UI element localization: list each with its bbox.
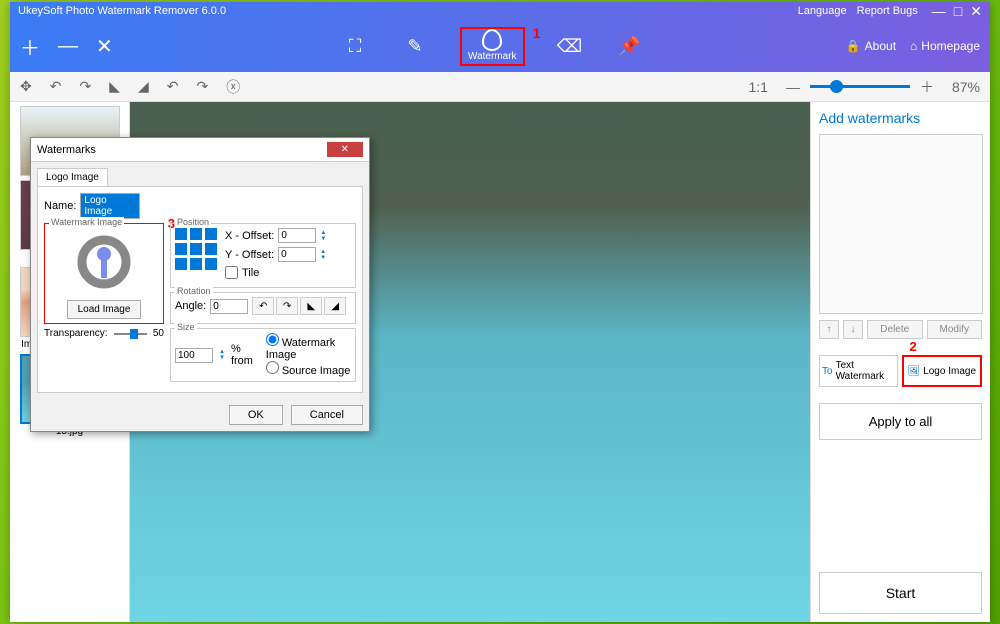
name-field[interactable]: Logo Image xyxy=(80,193,140,219)
transparency-value: 50 xyxy=(153,328,164,339)
spinner-icon[interactable]: ▲▼ xyxy=(320,230,326,242)
app-title: UkeySoft Photo Watermark Remover 6.0.0 xyxy=(18,5,798,17)
move-up-icon[interactable]: ↑ xyxy=(819,320,839,339)
size-wm-radio[interactable] xyxy=(266,333,279,346)
size-group: Size ▲▼ % from Watermark Image Source Im… xyxy=(170,328,356,382)
cancel-button[interactable]: Cancel xyxy=(291,405,363,425)
flip-v-icon[interactable]: ◢ xyxy=(324,297,346,315)
text-watermark-button[interactable]: ToText Watermark xyxy=(819,355,898,387)
clear-button[interactable]: ✕ xyxy=(96,34,113,59)
flip-h-icon[interactable]: ◣ xyxy=(300,297,322,315)
ok-button[interactable]: OK xyxy=(229,405,283,425)
size-field[interactable] xyxy=(175,348,213,363)
flip-h-icon[interactable]: ◣ xyxy=(109,78,120,95)
undo-icon[interactable]: ↶ xyxy=(167,78,179,95)
language-link[interactable]: Language xyxy=(798,5,847,17)
watermark-preview-icon xyxy=(49,228,159,296)
position-grid[interactable] xyxy=(175,228,217,270)
image-icon: 🖼 xyxy=(907,366,920,377)
brush-tool-icon[interactable]: ✎ xyxy=(400,31,430,61)
watermark-tool-button[interactable]: Watermark 1 xyxy=(460,27,525,66)
spinner-icon[interactable]: ▲▼ xyxy=(219,349,225,361)
zoom-ratio[interactable]: 1:1 xyxy=(749,79,768,95)
dialog-close-button[interactable]: ✕ xyxy=(327,142,363,157)
rotate-cw-icon[interactable]: ↷ xyxy=(79,78,91,95)
remove-button[interactable]: — xyxy=(58,35,78,58)
logo-image-tab[interactable]: Logo Image xyxy=(37,168,108,186)
annotation-2: 2 xyxy=(910,339,917,354)
watermark-icon xyxy=(482,29,502,51)
rotation-group: Rotation Angle: ↶ ↷ ◣ ◢ xyxy=(170,292,356,324)
angle-field[interactable] xyxy=(210,299,248,314)
annotation-1: 1 xyxy=(533,25,541,41)
name-label: Name: xyxy=(44,200,76,212)
eraser-tool-icon[interactable]: ⌫ xyxy=(555,31,585,61)
about-link[interactable]: 🔒About xyxy=(846,39,896,53)
zoom-slider[interactable] xyxy=(810,85,910,88)
homepage-link[interactable]: ⌂Homepage xyxy=(910,39,980,53)
dialog-title: Watermarks xyxy=(37,144,327,156)
report-bugs-link[interactable]: Report Bugs xyxy=(857,5,918,17)
redo-icon[interactable]: ↷ xyxy=(197,78,209,95)
spinner-icon[interactable]: ▲▼ xyxy=(320,249,326,261)
edit-toolbar: ✥ ↶ ↷ ◣ ◢ ↶ ↷ ⓧ 1:1 — ＋ 87% xyxy=(10,72,990,102)
watermark-preview xyxy=(819,134,983,314)
watermarks-dialog: Watermarks ✕ Logo Image Name: Logo Image… xyxy=(30,137,370,432)
text-icon: To xyxy=(822,366,833,377)
logo-image-button[interactable]: 2 🖼Logo Image xyxy=(902,355,983,387)
start-button[interactable]: Start xyxy=(819,572,982,614)
maximize-icon[interactable]: □ xyxy=(954,3,962,20)
load-image-button[interactable]: Load Image xyxy=(67,300,142,319)
dialog-titlebar: Watermarks ✕ xyxy=(31,138,369,162)
minimize-icon[interactable]: — xyxy=(932,3,946,20)
flip-v-icon[interactable]: ◢ xyxy=(138,78,149,95)
add-button[interactable]: ＋ xyxy=(20,32,40,61)
rotate-ccw-icon[interactable]: ↶ xyxy=(50,78,62,95)
crop-tool-icon[interactable]: ⛶ xyxy=(340,31,370,61)
zoom-percent: 87% xyxy=(952,79,980,95)
tile-checkbox[interactable] xyxy=(225,266,238,279)
close-icon[interactable]: ✕ xyxy=(970,3,982,20)
watermark-image-group: Watermark Image 3 Load Image xyxy=(44,223,164,324)
x-offset-field[interactable] xyxy=(278,228,316,243)
transparency-label: Transparency: xyxy=(44,328,108,339)
lock-icon: 🔒 xyxy=(846,39,861,53)
position-group: Position X - Offset:▲▼ Y - Offset:▲▼ Til… xyxy=(170,223,356,288)
move-down-icon[interactable]: ↓ xyxy=(843,320,863,339)
zoom-out-icon[interactable]: — xyxy=(786,79,800,95)
delete-button[interactable]: Delete xyxy=(867,320,923,339)
move-icon[interactable]: ✥ xyxy=(20,78,32,95)
side-panel: Add watermarks ↑ ↓ Delete Modify ToText … xyxy=(810,102,990,622)
rotate-ccw-icon[interactable]: ↶ xyxy=(252,297,274,315)
size-src-radio[interactable] xyxy=(266,361,279,374)
transparency-slider[interactable] xyxy=(114,333,147,335)
apply-to-all-button[interactable]: Apply to all xyxy=(819,403,982,440)
pin-tool-icon[interactable]: 📌 xyxy=(615,31,645,61)
title-bar: UkeySoft Photo Watermark Remover 6.0.0 L… xyxy=(10,2,990,20)
y-offset-field[interactable] xyxy=(278,247,316,262)
zoom-in-icon[interactable]: ＋ xyxy=(920,77,934,97)
reset-icon[interactable]: ⓧ xyxy=(226,77,240,97)
home-icon: ⌂ xyxy=(910,39,917,53)
rotate-cw-icon[interactable]: ↷ xyxy=(276,297,298,315)
side-title: Add watermarks xyxy=(819,110,982,126)
main-menubar: ＋ — ✕ ⛶ ✎ Watermark 1 ⌫ 📌 🔒About ⌂Homepa… xyxy=(10,20,990,72)
modify-button[interactable]: Modify xyxy=(927,320,983,339)
